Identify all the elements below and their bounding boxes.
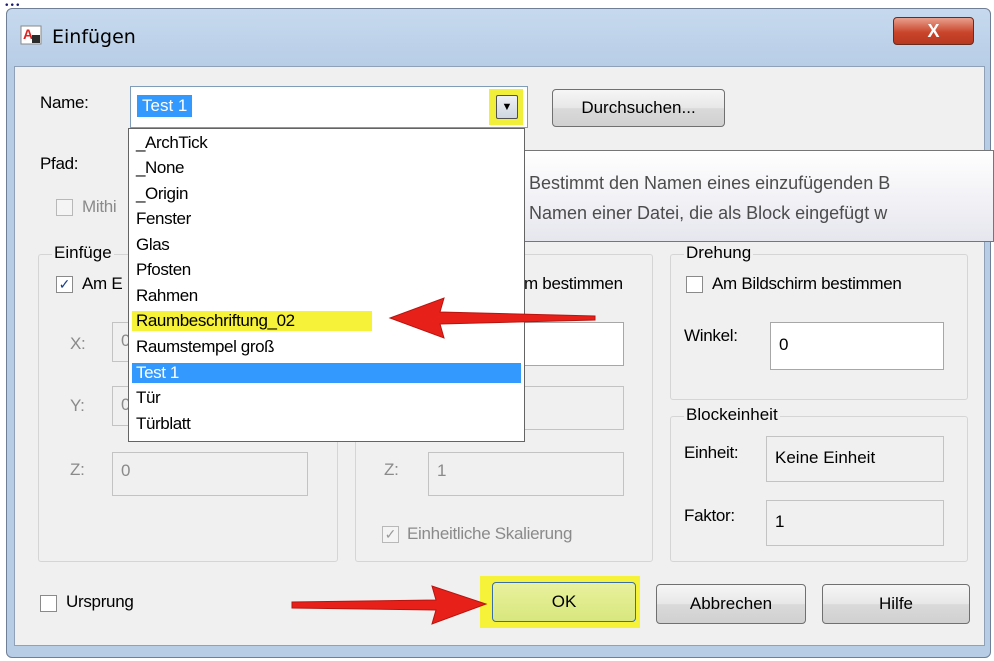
annotation-arrows [291, 297, 596, 625]
red-arrow-icon [291, 585, 488, 625]
red-arrow-icon [388, 297, 596, 339]
